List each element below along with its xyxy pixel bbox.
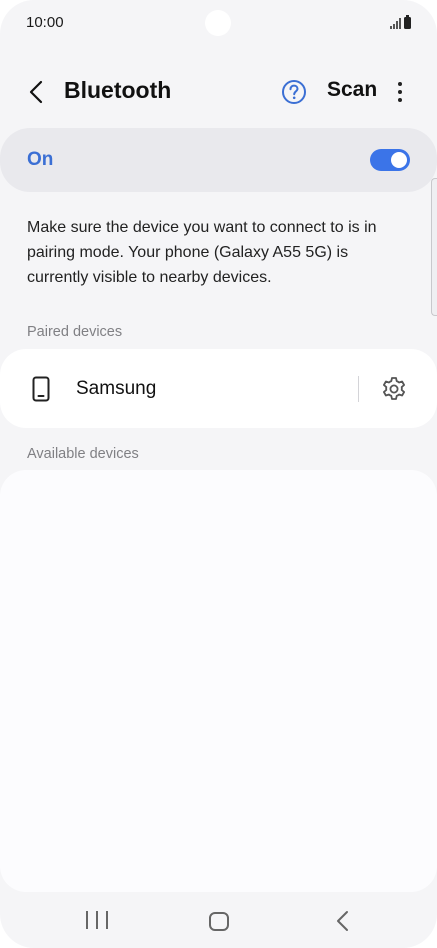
front-camera	[205, 10, 231, 36]
paired-device-samsung[interactable]: Samsung	[0, 349, 350, 428]
status-time: 10:00	[26, 14, 64, 31]
scan-button[interactable]: Scan	[327, 78, 377, 102]
status-icons	[390, 15, 411, 29]
phone-screen: 10:00 Bluetooth Scan On Make sure the de…	[0, 0, 437, 948]
more-vertical-icon-dot	[398, 82, 402, 86]
recent-apps-icon-bar	[86, 911, 88, 929]
nav-back-icon	[337, 911, 348, 931]
back-button[interactable]	[20, 76, 52, 108]
nav-back-button[interactable]	[334, 910, 352, 932]
phone-icon	[32, 376, 50, 402]
help-icon	[282, 80, 306, 104]
gear-icon	[383, 377, 405, 400]
more-vertical-icon-dot	[398, 98, 402, 102]
toggle-knob	[391, 152, 407, 168]
page-title: Bluetooth	[64, 77, 172, 103]
recent-apps-icon-bar	[106, 911, 108, 929]
more-vertical-icon-dot	[398, 90, 402, 94]
help-button[interactable]	[280, 78, 308, 106]
home-button[interactable]	[209, 912, 229, 931]
navigation-bar	[0, 895, 437, 948]
bluetooth-toggle[interactable]	[370, 149, 410, 171]
available-devices-list	[0, 470, 437, 892]
bluetooth-state-label: On	[27, 149, 54, 170]
device-name: Samsung	[76, 378, 157, 399]
edge-panel-handle[interactable]	[431, 178, 437, 316]
status-bar: 10:00	[0, 0, 437, 48]
app-header: Bluetooth Scan	[0, 64, 437, 120]
paired-devices-card: Samsung	[0, 349, 437, 428]
bluetooth-master-switch[interactable]: On	[0, 128, 437, 192]
recent-apps-button[interactable]	[86, 911, 108, 931]
recent-apps-icon-bar	[96, 911, 98, 929]
available-devices-header: Available devices	[27, 446, 139, 462]
pairing-description: Make sure the device you want to connect…	[27, 219, 377, 286]
paired-devices-header: Paired devices	[27, 324, 123, 340]
card-divider	[358, 376, 359, 402]
more-options-button[interactable]	[388, 78, 412, 106]
signal-icon	[390, 17, 401, 29]
battery-icon	[404, 15, 411, 29]
device-settings-button[interactable]	[380, 375, 408, 403]
back-arrow-icon	[29, 80, 43, 104]
